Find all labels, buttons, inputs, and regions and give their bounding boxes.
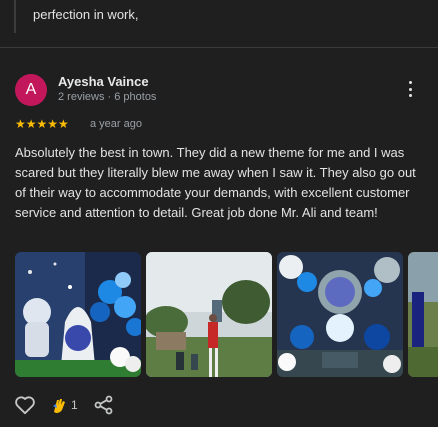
photo-strip (15, 252, 438, 377)
review-date: a year ago (90, 118, 142, 130)
review-photo-3[interactable] (277, 252, 403, 377)
quote-bar (14, 0, 16, 33)
star-rating: ★★★★★ (15, 117, 69, 131)
photo-partial-fourth (408, 252, 438, 377)
reviewer-stats: 2 reviews · 6 photos (58, 91, 157, 103)
previous-review-fragment: perfection in work, (0, 0, 438, 48)
review-divider (0, 47, 438, 48)
reaction-button[interactable]: 1 (50, 392, 78, 418)
photo-space-theme-stage (277, 252, 403, 377)
review-actions: 1 (0, 392, 438, 420)
more-options-icon[interactable] (402, 78, 418, 100)
share-button[interactable] (94, 392, 114, 418)
clap-icon (53, 399, 65, 413)
avatar[interactable]: A (15, 74, 47, 106)
review-photo-2[interactable] (146, 252, 272, 377)
reaction-count: 1 (71, 398, 78, 412)
review-photo-4[interactable] (408, 252, 438, 377)
reviewer-name[interactable]: Ayesha Vaince (58, 74, 149, 89)
heart-icon (15, 396, 35, 415)
photo-astronaut-rocket-decor (15, 252, 141, 377)
photo-stilt-walker-outdoor (146, 252, 272, 377)
review-photo-1[interactable] (15, 252, 141, 377)
previous-review-text: perfection in work, (33, 7, 139, 22)
share-icon (94, 395, 113, 415)
like-button[interactable] (14, 392, 36, 418)
review-text: Absolutely the best in town. They did a … (15, 145, 416, 220)
